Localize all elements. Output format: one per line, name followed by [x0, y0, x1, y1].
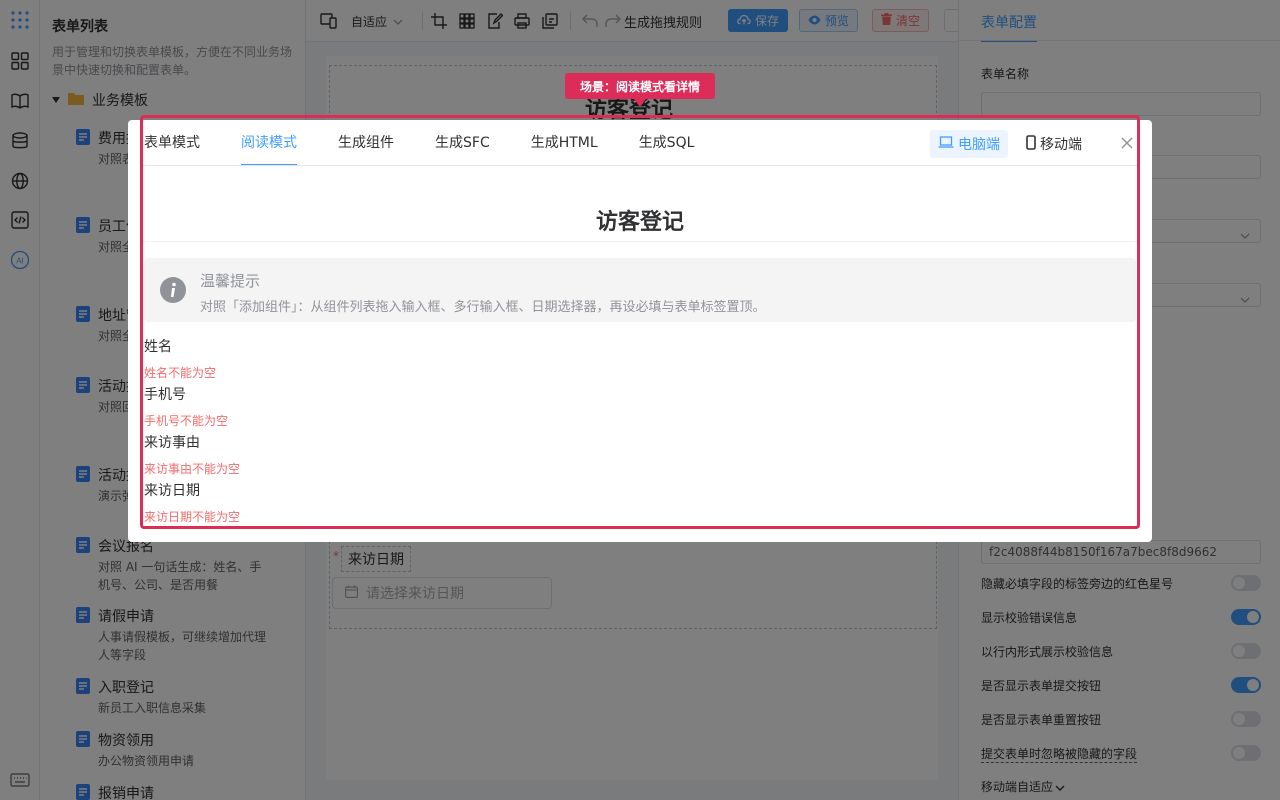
highlight-frame [140, 115, 1140, 529]
badge-pointer [634, 99, 646, 107]
scenario-badge: 场景：阅读模式看详情 [565, 73, 715, 99]
